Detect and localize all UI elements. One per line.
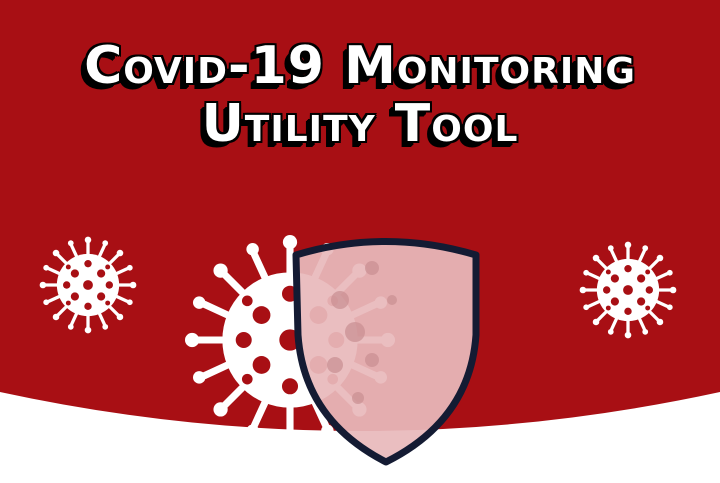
title-line-1: Covid-19 Monitoring (84, 36, 636, 96)
banner: Covid-19 Monitoring Utility Tool (0, 0, 720, 483)
title-line-2: Utility Tool (201, 94, 519, 154)
virus-icon-left (37, 234, 139, 336)
virus-icon-right (577, 239, 679, 341)
page-title: Covid-19 Monitoring Utility Tool (0, 38, 720, 152)
